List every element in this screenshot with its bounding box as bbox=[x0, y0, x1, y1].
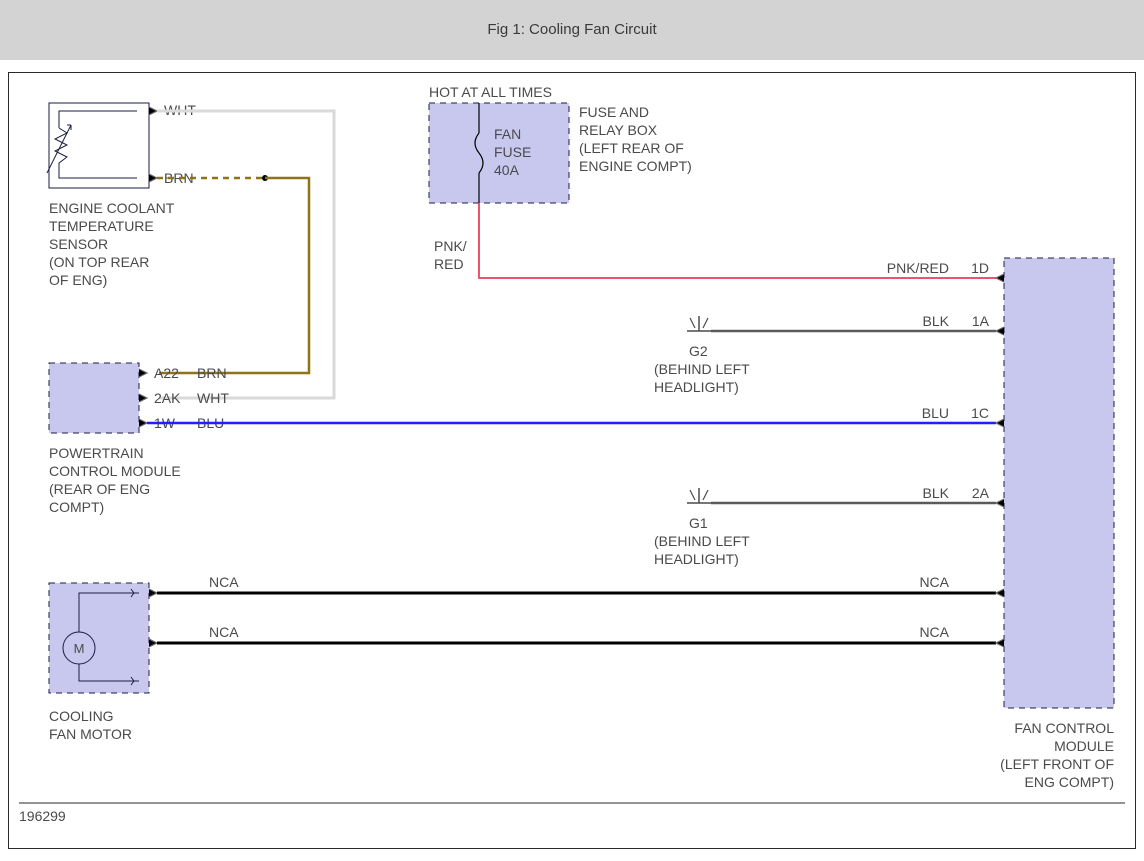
fc-pin-2a-color: BLK bbox=[923, 485, 950, 501]
pcm-pin-2ak: 2AK bbox=[154, 390, 181, 406]
fuse-box-label-3: (LEFT REAR OF bbox=[579, 140, 684, 156]
fc-pin-nca-bot: NCA bbox=[919, 624, 949, 640]
g1-loc-1: (BEHIND LEFT bbox=[654, 533, 750, 549]
ect-label-3: SENSOR bbox=[49, 236, 108, 252]
fc-label-3: (LEFT FRONT OF bbox=[1000, 756, 1114, 772]
ect-label-5: OF ENG) bbox=[49, 272, 107, 288]
ect-label-1: ENGINE COOLANT bbox=[49, 200, 175, 216]
nca-top-left: NCA bbox=[209, 574, 239, 590]
pcm-box bbox=[49, 363, 147, 433]
fuse-box-label-2: RELAY BOX bbox=[579, 122, 658, 138]
fuse-txt-2: FUSE bbox=[494, 144, 531, 160]
title-bar: Fig 1: Cooling Fan Circuit bbox=[0, 0, 1144, 60]
nca-bot-left: NCA bbox=[209, 624, 239, 640]
pcm-label-4: COMPT) bbox=[49, 499, 104, 515]
fc-pin-1d: 1D bbox=[971, 260, 989, 276]
fc-label-4: ENG COMPT) bbox=[1025, 774, 1114, 790]
g2-loc-1: (BEHIND LEFT bbox=[654, 361, 750, 377]
fc-label-2: MODULE bbox=[1054, 738, 1114, 754]
g2-loc-2: HEADLIGHT) bbox=[654, 379, 739, 395]
fc-pin-1d-color: PNK/RED bbox=[887, 260, 949, 276]
fc-pin-1c: 1C bbox=[971, 405, 989, 421]
fan-motor-label-2: FAN MOTOR bbox=[49, 726, 132, 742]
ground-g1 bbox=[687, 488, 711, 503]
ect-sensor bbox=[47, 103, 157, 188]
wire-ect-wht bbox=[157, 111, 334, 398]
figure-title: Fig 1: Cooling Fan Circuit bbox=[487, 21, 656, 38]
wire-ect-brn-solid bbox=[159, 178, 309, 373]
pcm-label-1: POWERTRAIN bbox=[49, 445, 144, 461]
diagram-frame: WHT BRN ENGINE COOLANT TEMPERATURE SENSO… bbox=[8, 72, 1136, 849]
wire-pnk-label-1: PNK/ bbox=[434, 238, 467, 254]
pcm-label-3: (REAR OF ENG bbox=[49, 481, 150, 497]
ect-label-4: (ON TOP REAR bbox=[49, 254, 149, 270]
fuse-txt-3: 40A bbox=[494, 162, 520, 178]
g2-name: G2 bbox=[689, 343, 708, 359]
fan-control-module bbox=[996, 258, 1114, 708]
fc-pin-1a: 1A bbox=[972, 313, 990, 329]
fuse-box-label-4: ENGINE COMPT) bbox=[579, 158, 692, 174]
fuse-txt-1: FAN bbox=[494, 126, 521, 142]
ect-label-2: TEMPERATURE bbox=[49, 218, 154, 234]
wire-pnk-label-2: RED bbox=[434, 256, 464, 272]
ground-g2 bbox=[687, 316, 711, 331]
pcm-pin-a22-color: BRN bbox=[197, 365, 227, 381]
fc-pin-2a: 2A bbox=[972, 485, 990, 501]
fc-pin-nca-top: NCA bbox=[919, 574, 949, 590]
fan-motor-label-1: COOLING bbox=[49, 708, 114, 724]
doc-id: 196299 bbox=[19, 808, 66, 824]
g1-name: G1 bbox=[689, 515, 708, 531]
fuse-box-label-1: FUSE AND bbox=[579, 104, 649, 120]
fc-label-1: FAN CONTROL bbox=[1014, 720, 1114, 736]
fc-pin-1a-color: BLK bbox=[923, 313, 950, 329]
pcm-pin-2ak-color: WHT bbox=[197, 390, 229, 406]
motor-glyph: M bbox=[74, 641, 85, 656]
fan-motor: M bbox=[49, 583, 157, 693]
g1-loc-2: HEADLIGHT) bbox=[654, 551, 739, 567]
pcm-label-2: CONTROL MODULE bbox=[49, 463, 181, 479]
wiring-diagram: WHT BRN ENGINE COOLANT TEMPERATURE SENSO… bbox=[9, 73, 1135, 848]
pcm-pin-a22: A22 bbox=[154, 365, 179, 381]
fuse-header: HOT AT ALL TIMES bbox=[429, 84, 552, 100]
fc-pin-1c-color: BLU bbox=[922, 405, 949, 421]
